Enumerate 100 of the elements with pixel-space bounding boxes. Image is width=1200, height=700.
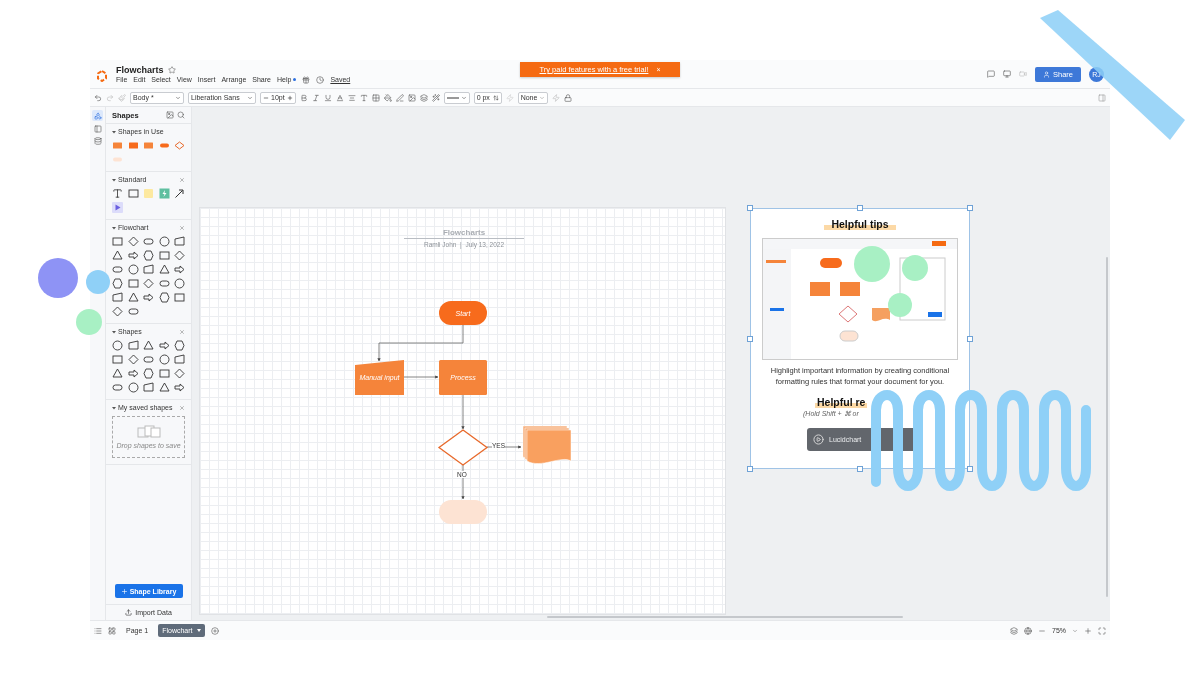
video-icon[interactable]	[1019, 70, 1027, 78]
shape-icon[interactable]	[127, 382, 139, 393]
shape-icon[interactable]	[174, 382, 185, 393]
lightning-icon[interactable]	[158, 188, 170, 199]
resize-handle[interactable]	[857, 205, 863, 211]
shape-icon[interactable]	[127, 306, 139, 317]
close-icon[interactable]	[179, 404, 185, 411]
shape-icon[interactable]	[112, 382, 123, 393]
shape-icon[interactable]	[143, 354, 154, 365]
shape-icon[interactable]	[174, 292, 185, 303]
resize-handle[interactable]	[747, 336, 753, 342]
star-icon[interactable]	[167, 65, 176, 74]
close-icon[interactable]	[179, 224, 185, 231]
zoom-in-icon[interactable]	[1084, 626, 1092, 635]
shape-icon[interactable]	[143, 264, 154, 275]
shape-icon[interactable]	[174, 278, 185, 289]
shape-icon[interactable]	[112, 236, 123, 247]
shape-icon[interactable]	[158, 368, 170, 379]
shape-icon[interactable]	[112, 250, 123, 261]
shape-icon[interactable]	[174, 354, 185, 365]
align-icon[interactable]	[347, 93, 356, 102]
search-icon[interactable]	[177, 111, 185, 119]
shape-icon[interactable]	[127, 278, 139, 289]
play-icon[interactable]	[112, 202, 123, 213]
bold-icon[interactable]	[299, 93, 308, 102]
shape-icon[interactable]	[158, 292, 170, 303]
shape-icon[interactable]	[112, 292, 123, 303]
layers-icon[interactable]	[419, 93, 428, 102]
lock-icon[interactable]	[563, 93, 572, 102]
shape-icon[interactable]	[174, 264, 185, 275]
shape-icon[interactable]	[127, 340, 139, 351]
shape-icon[interactable]	[158, 382, 170, 393]
arrow-icon[interactable]	[174, 188, 185, 199]
text-icon[interactable]	[112, 188, 123, 199]
italic-icon[interactable]	[311, 93, 320, 102]
shape-icon[interactable]	[127, 188, 139, 199]
line-color-icon[interactable]	[395, 93, 404, 102]
fullscreen-icon[interactable]	[1098, 626, 1106, 635]
list-icon[interactable]	[94, 626, 102, 635]
underline-icon[interactable]	[323, 93, 332, 102]
resize-handle[interactable]	[967, 205, 973, 211]
shape-icon[interactable]	[112, 368, 123, 379]
caret-icon[interactable]	[1072, 627, 1078, 634]
document-title[interactable]: Flowcharts	[116, 64, 164, 75]
globe-icon[interactable]	[1024, 626, 1032, 635]
plus-icon[interactable]	[286, 94, 293, 101]
layers-icon[interactable]	[1010, 626, 1018, 635]
scrollbar[interactable]	[1106, 257, 1108, 597]
data-icon[interactable]	[93, 137, 102, 145]
shapes-tab[interactable]	[92, 110, 103, 121]
grid-icon[interactable]	[108, 626, 116, 635]
text-options-icon[interactable]	[359, 93, 368, 102]
shape-icon[interactable]	[143, 382, 154, 393]
resize-handle[interactable]	[967, 466, 973, 472]
shape-icon[interactable]	[112, 278, 123, 289]
image-search-icon[interactable]	[166, 111, 174, 119]
shape-icon[interactable]	[174, 340, 185, 351]
shape-icon[interactable]	[143, 292, 154, 303]
shape-icon[interactable]	[174, 236, 185, 247]
shape-icon[interactable]	[158, 278, 170, 289]
shape-icon[interactable]	[127, 292, 139, 303]
effects-icon[interactable]	[431, 93, 440, 102]
shape-icon[interactable]	[143, 340, 154, 351]
shape-icon[interactable]	[158, 264, 170, 275]
close-icon[interactable]	[179, 328, 185, 335]
resize-handle[interactable]	[857, 466, 863, 472]
add-page-icon[interactable]	[210, 626, 219, 635]
shape-icon[interactable]	[158, 340, 170, 351]
present-icon[interactable]	[1003, 70, 1011, 78]
shape-icon[interactable]	[158, 354, 170, 365]
shape-icon[interactable]	[112, 264, 123, 275]
shape-icon[interactable]	[127, 264, 139, 275]
scrollbar[interactable]	[547, 616, 903, 618]
resize-handle[interactable]	[747, 466, 753, 472]
shape-icon[interactable]	[143, 250, 154, 261]
shape-icon[interactable]	[112, 340, 123, 351]
shape-icon[interactable]	[158, 250, 170, 261]
resize-handle[interactable]	[747, 205, 753, 211]
border-icon[interactable]	[371, 93, 380, 102]
shape-icon[interactable]	[127, 250, 139, 261]
dot-drawing	[38, 258, 78, 298]
shape-icon[interactable]	[158, 236, 170, 247]
template-icon[interactable]	[93, 125, 102, 133]
image-icon[interactable]	[407, 93, 416, 102]
fill-icon[interactable]	[383, 93, 392, 102]
panel-toggle-icon[interactable]	[1098, 93, 1106, 102]
close-icon[interactable]	[179, 176, 185, 183]
shape-icon[interactable]	[143, 368, 154, 379]
gift-icon[interactable]	[302, 75, 311, 84]
line-style-dropdown[interactable]	[443, 91, 470, 104]
shape-icon[interactable]	[127, 368, 139, 379]
minus-icon[interactable]	[263, 94, 269, 101]
shape-icon[interactable]	[112, 354, 123, 365]
comment-icon[interactable]	[987, 70, 995, 78]
logo-icon[interactable]	[96, 68, 108, 80]
undo-icon[interactable]	[94, 93, 102, 102]
clock-icon[interactable]	[316, 75, 325, 84]
text-color-icon[interactable]	[335, 93, 344, 102]
shape-icon[interactable]	[143, 236, 154, 247]
resize-handle[interactable]	[967, 336, 973, 342]
